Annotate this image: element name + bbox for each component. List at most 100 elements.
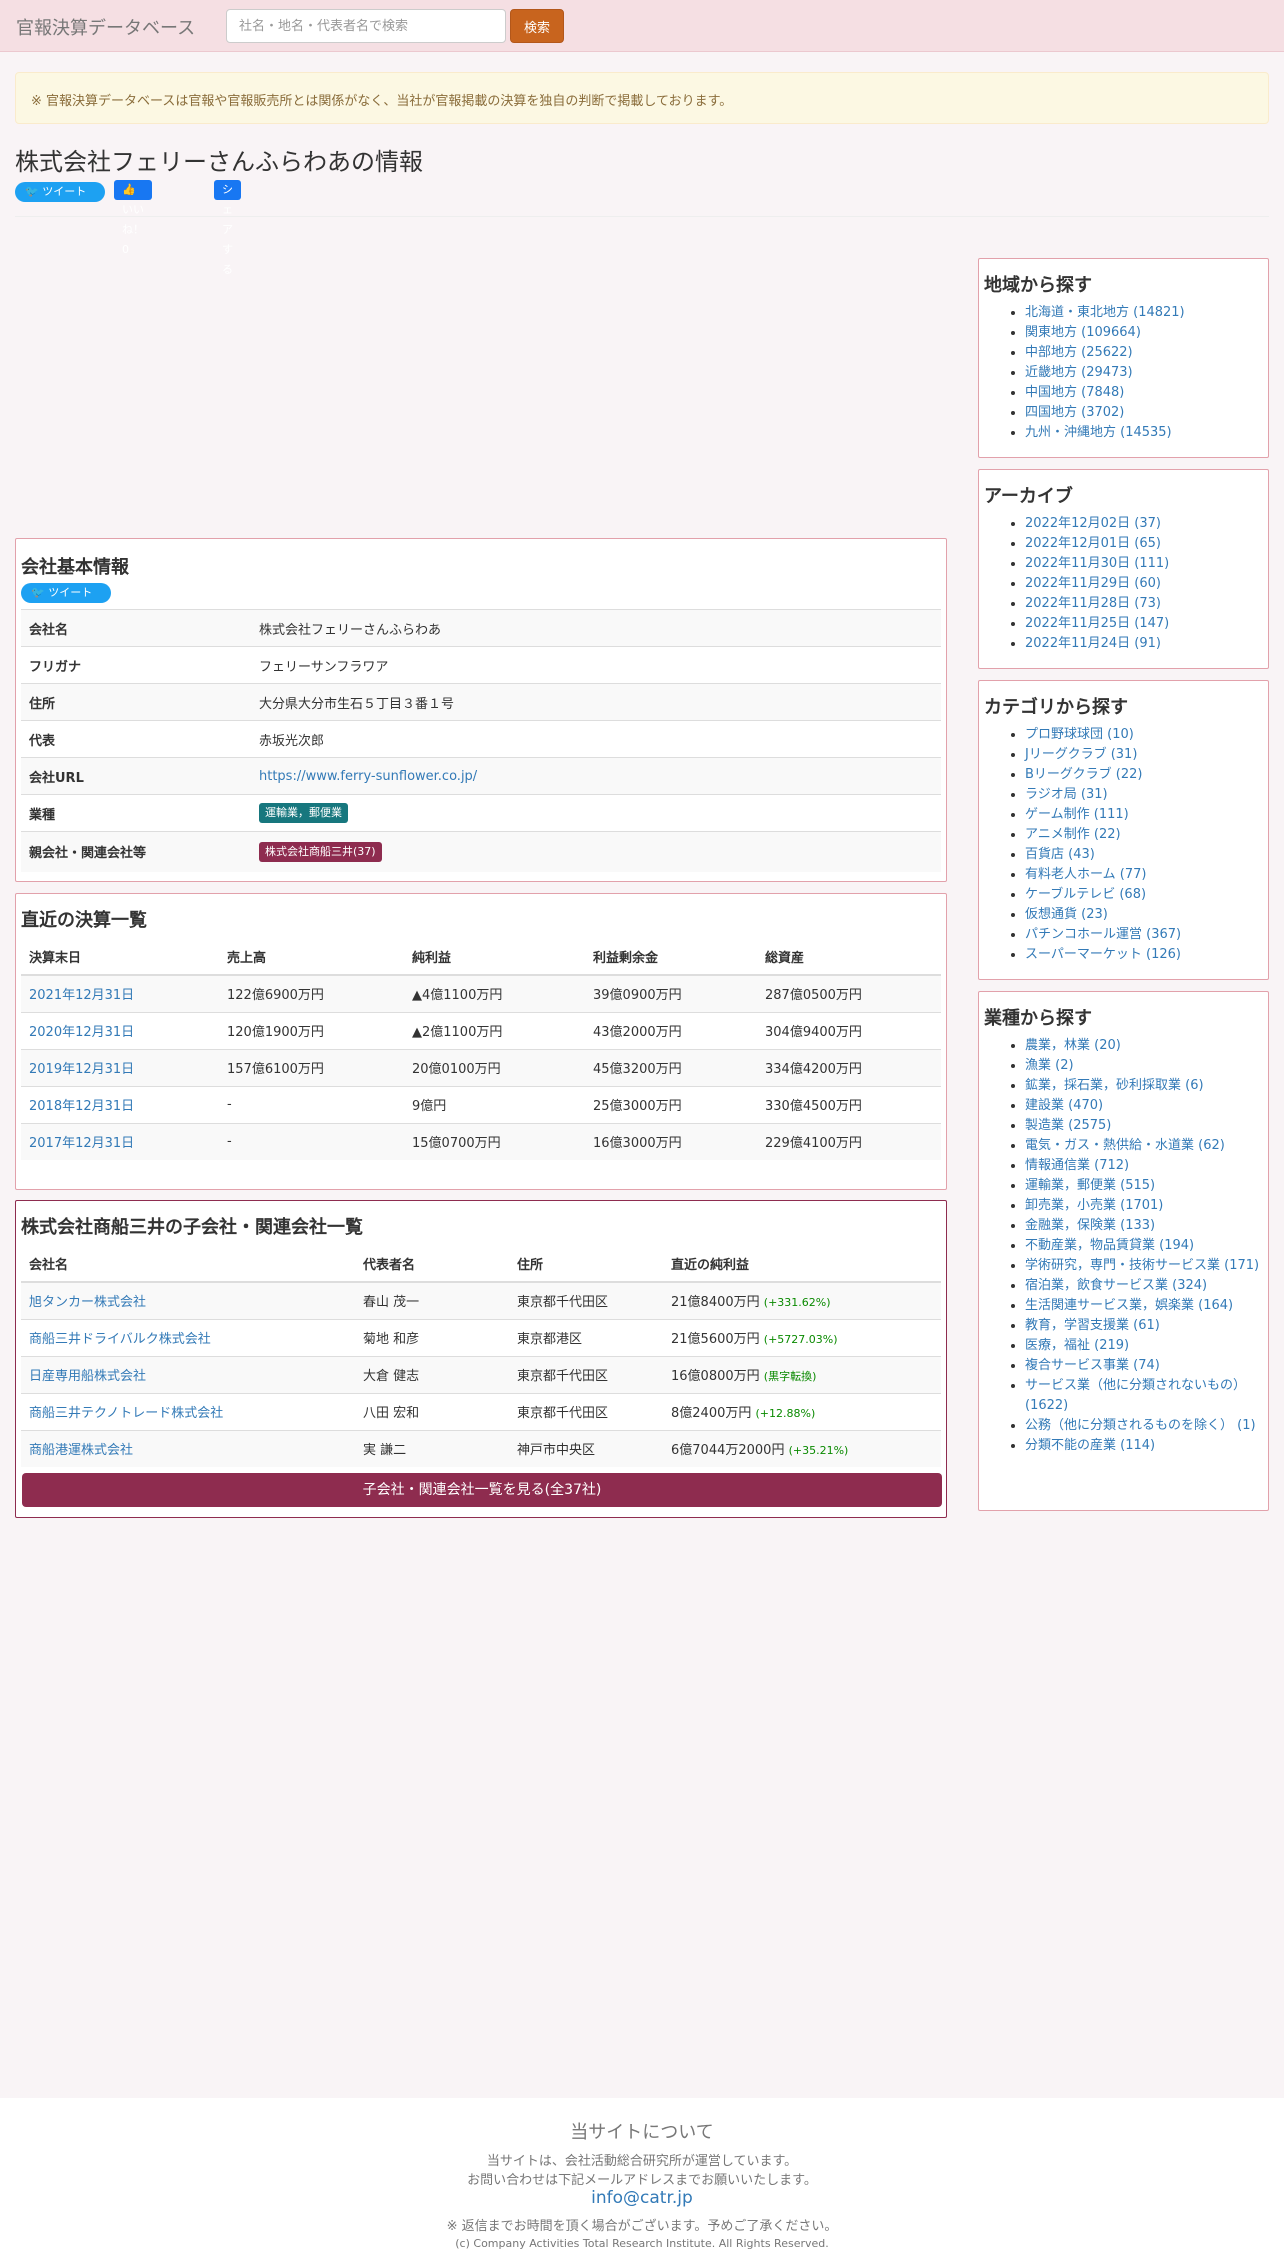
subsidiaries-table: 会社名 代表者名 住所 直近の純利益 旭タンカー株式会社 春山 茂一 東京都千代田区 21億… [21,1245,941,1467]
footer: 当サイトについて 当サイトは、会社活動総合研究所が運営しています。 お問い合わせ… [0,2098,1284,2263]
sidebar-region-link[interactable]: 四国地方 (3702) [1025,405,1124,420]
sidebar-category-link[interactable]: ラジオ局 (31) [1025,787,1108,802]
sidebar-industry-link[interactable]: 運輸業，郵便業 (515) [1025,1178,1155,1193]
search-input[interactable] [226,9,506,43]
sidebar-industry-link[interactable]: 情報通信業 (712) [1025,1158,1129,1173]
financials-date-link[interactable]: 2019年12月31日 [29,1062,134,1077]
sidebar-category-link[interactable]: 百貨店 (43) [1025,847,1095,862]
facebook-like-button[interactable]: 👍 いいね！ 0 [114,180,152,256]
sidebar-archive-link[interactable]: 2022年11月24日 (91) [1025,636,1161,651]
parent-company-badge[interactable]: 株式会社商船三井(37) [259,841,382,862]
sidebar-region-item: 九州・沖縄地方 (14535) [1025,423,1265,443]
sidebar-industry-link[interactable]: 学術研究，専門・技術サービス業 (171) [1025,1258,1259,1273]
sidebar-industry-link[interactable]: 金融業，保険業 (133) [1025,1218,1155,1233]
financials-table: 決算末日 売上高 純利益 利益剰余金 総資産 2021年12月31日 122億6900万円… [21,938,941,1160]
sidebar-archive-link[interactable]: 2022年12月02日 (37) [1025,516,1161,531]
basic-info-title: 会社基本情報 [21,557,129,578]
sidebar-industry-link[interactable]: サービス業（他に分類されないもの） (1622) [1025,1378,1246,1413]
sidebar-archive-link[interactable]: 2022年12月01日 (65) [1025,536,1161,551]
search-button[interactable]: 検索 [510,9,564,43]
divider [15,216,1269,217]
industry-badge[interactable]: 運輸業，郵便業 [259,803,348,823]
sidebar-archive-link[interactable]: 2022年11月28日 (73) [1025,596,1161,611]
financials-date-link[interactable]: 2020年12月31日 [29,1025,134,1040]
basic-info-tweet-button[interactable]: 🐦 ツイート [21,583,111,603]
sidebar-category-link[interactable]: 有料老人ホーム (77) [1025,867,1146,882]
sidebar-industry-link[interactable]: 生活関連サービス業，娯楽業 (164) [1025,1298,1233,1313]
footer-copyright: (c) Company Activities Total Research In… [455,2237,829,2250]
sidebar-region-link[interactable]: 中部地方 (25622) [1025,345,1133,360]
sidebar-industry-link[interactable]: 宿泊業，飲食サービス業 (324) [1025,1278,1207,1293]
financials-date-link[interactable]: 2018年12月31日 [29,1099,134,1114]
sidebar-archive-item: 2022年11月25日 (147) [1025,614,1265,634]
tweet-button[interactable]: 🐦 ツイート [15,182,105,202]
sidebar-region-link[interactable]: 中国地方 (7848) [1025,385,1124,400]
basic-info-row: 親会社・関連会社等 株式会社商船三井(37) [21,831,941,872]
subsidiary-name-link[interactable]: 商船三井テクノトレード株式会社 [29,1406,223,1421]
sidebar-industry-link[interactable]: 農業，林業 (20) [1025,1038,1121,1053]
sidebar-industry-link[interactable]: 分類不能の産業 (114) [1025,1438,1155,1453]
basic-info-row: 業種 運輸業，郵便業 [21,794,941,832]
sidebar-archive-link[interactable]: 2022年11月29日 (60) [1025,576,1161,591]
view-all-subsidiaries-button[interactable]: 子会社・関連会社一覧を見る(全37社) [22,1473,942,1507]
financials-date-link[interactable]: 2021年12月31日 [29,988,134,1003]
sidebar-archive-title: アーカイブ [984,486,1073,507]
company-url-link[interactable]: https://www.ferry-sunflower.co.jp/ [259,769,477,784]
subsidiary-name-link[interactable]: 商船港運株式会社 [29,1443,133,1458]
sidebar-category-link[interactable]: Jリーグクラブ (31) [1025,747,1137,762]
sidebar-industry-link[interactable]: 不動産業，物品賃貸業 (194) [1025,1238,1194,1253]
sidebar-region-link[interactable]: 北海道・東北地方 (14821) [1025,305,1185,320]
financials-cell: 2018年12月31日 [21,1086,219,1123]
sidebar-category-link[interactable]: ケーブルテレビ (68) [1025,887,1146,902]
sidebar-category-link[interactable]: プロ野球球団 (10) [1025,727,1134,742]
subsidiary-profit-cell: 21億5600万円 (+5727.03%) [663,1319,941,1356]
sidebar-category-link[interactable]: アニメ制作 (22) [1025,827,1121,842]
sidebar-industry-item: 学術研究，専門・技術サービス業 (171) [1025,1256,1265,1276]
basic-info-value: 大分県大分市生石５丁目３番１号 [259,696,455,712]
sidebar-category-link[interactable]: Bリーグクラブ (22) [1025,767,1142,782]
sidebar-archive-link[interactable]: 2022年11月25日 (147) [1025,616,1169,631]
sidebar-industry-item: 漁業 (2) [1025,1056,1265,1076]
sidebar-archive-item: 2022年11月30日 (111) [1025,554,1265,574]
subsidiary-name-link[interactable]: 日産専用船株式会社 [29,1369,146,1384]
sidebar-industry-link[interactable]: 公務（他に分類されるものを除く） (1) [1025,1418,1256,1433]
subsidiary-name-link[interactable]: 商船三井ドライバルク株式会社 [29,1332,211,1347]
sidebar-region-link[interactable]: 近畿地方 (29473) [1025,365,1133,380]
twitter-bird-icon: 🐦 [25,185,39,198]
sidebar-industry-link[interactable]: 鉱業，採石業，砂利採取業 (6) [1025,1078,1204,1093]
sidebar-category-link[interactable]: 仮想通貨 (23) [1025,907,1108,922]
sidebar-industry-link[interactable]: 教育，学習支援業 (61) [1025,1318,1160,1333]
financials-cell: 120億1900万円 [227,1025,324,1040]
financials-cell: 2021年12月31日 [21,975,219,1012]
footer-line2: お問い合わせは下記メールアドレスまでお願いいたします。 [467,2173,817,2188]
footer-email-link[interactable]: info@catr.jp [591,2188,693,2208]
sidebar-industry-link[interactable]: 漁業 (2) [1025,1058,1074,1073]
sidebar-category-link[interactable]: パチンコホール運営 (367) [1025,927,1181,942]
financials-cell: 16億3000万円 [593,1136,682,1152]
basic-info-value: 株式会社フェリーさんふらわあ [259,622,442,638]
financials-header: 売上高 [219,938,404,976]
sidebar-industry-link[interactable]: 複合サービス事業 (74) [1025,1358,1160,1373]
sidebar-category-item: プロ野球球団 (10) [1025,725,1265,745]
sidebar-category-link[interactable]: ゲーム制作 (111) [1025,807,1129,822]
sidebar-archive-link[interactable]: 2022年11月30日 (111) [1025,556,1169,571]
sidebar-region-item: 四国地方 (3702) [1025,403,1265,423]
brand-link[interactable]: 官報決算データベース [16,14,195,40]
financials-date-link[interactable]: 2017年12月31日 [29,1136,134,1151]
sidebar-industry-link[interactable]: 卸売業，小売業 (1701) [1025,1198,1163,1213]
footer-title: 当サイトについて [570,2122,714,2143]
sidebar-category-link[interactable]: スーパーマーケット (126) [1025,947,1181,962]
sidebar-region-link[interactable]: 関東地方 (109664) [1025,325,1141,340]
basic-info-label: 業種 [29,807,56,823]
sidebar-industry-link[interactable]: 建設業 (470) [1025,1098,1103,1113]
subsidiary-name-link[interactable]: 旭タンカー株式会社 [29,1295,146,1310]
financials-cell: 334億4200万円 [765,1062,862,1077]
financials-row: 2021年12月31日 122億6900万円 ▲4億1100万円 39億0900万円 2… [21,975,941,1012]
sidebar-industry-link[interactable]: 製造業 (2575) [1025,1118,1111,1133]
basic-info-row: 会社名 株式会社フェリーさんふらわあ [21,609,941,647]
facebook-share-button[interactable]: シェアする [214,180,241,276]
sidebar-region-link[interactable]: 九州・沖縄地方 (14535) [1025,425,1172,440]
sidebar-industry-link[interactable]: 電気・ガス・熱供給・水道業 (62) [1025,1138,1225,1153]
subsidiary-profit: 6億7044万2000円 [671,1443,785,1459]
sidebar-industry-link[interactable]: 医療，福祉 (219) [1025,1338,1129,1353]
